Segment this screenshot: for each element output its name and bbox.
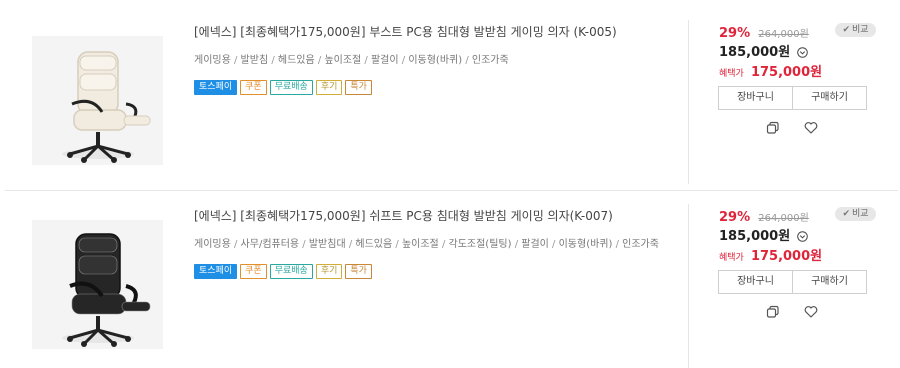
product-info: [에넥스] [최종혜택가175,000원] 부스트 PC용 침대형 발받침 게이… xyxy=(194,24,674,95)
benefit-label: 혜택가 xyxy=(719,69,744,79)
benefit-price: 175,000원 xyxy=(750,249,823,264)
action-buttons: 장바구니 구매하기 xyxy=(718,86,867,110)
benefit-price: 175,000원 xyxy=(750,65,823,80)
tag: 높이조절 xyxy=(324,55,362,66)
heart-icon[interactable] xyxy=(804,304,818,318)
check-icon: ✔ xyxy=(842,25,850,35)
discount-rate: 29% xyxy=(719,210,751,225)
action-buttons: 장바구니 구매하기 xyxy=(718,270,867,294)
product-image-black-gaming-chair[interactable] xyxy=(32,220,163,349)
copy-icon[interactable] xyxy=(766,120,780,134)
badge-coupon: 쿠폰 xyxy=(240,264,267,279)
row-divider xyxy=(5,190,898,191)
badge-tosspay: 토스페이 xyxy=(194,264,238,279)
tag: 인조가죽 xyxy=(622,239,659,250)
tag: 발받침대 xyxy=(308,239,346,250)
badge-group: 토스페이 쿠폰 무료배송 후기 특가 xyxy=(194,80,674,95)
tag: 팔걸이 xyxy=(521,239,549,250)
benefit-label: 혜택가 xyxy=(719,253,744,263)
utility-icons xyxy=(766,120,826,134)
badge-coupon: 쿠폰 xyxy=(240,80,267,95)
tag: 헤드있음 xyxy=(277,55,315,66)
check-icon: ✔ xyxy=(842,209,850,219)
tag: 각도조절(틸팅) xyxy=(448,239,512,250)
heart-icon[interactable] xyxy=(804,120,818,134)
copy-icon[interactable] xyxy=(766,304,780,318)
sale-price: 185,000원 xyxy=(719,45,791,60)
product-tags: 게이밍용 / 발받침 / 헤드있음 / 높이조절 / 팔걸이 / 이동형(바퀴)… xyxy=(194,55,509,66)
tag: 팔걸이 xyxy=(370,55,399,66)
compare-label: 비교 xyxy=(851,209,869,219)
chair-illustration xyxy=(62,51,151,163)
badge-review: 후기 xyxy=(315,264,343,279)
tag: 이동형(바퀴) xyxy=(408,55,463,66)
tag: 게이밍용 xyxy=(194,239,231,250)
original-price: 264,000원 xyxy=(758,213,809,224)
badge-tosspay: 토스페이 xyxy=(194,80,238,95)
badge-group: 토스페이 쿠폰 무료배송 후기 특가 xyxy=(194,264,674,279)
column-divider xyxy=(688,20,689,184)
sale-price: 185,000원 xyxy=(719,229,791,244)
tag: 이동형(바퀴) xyxy=(558,239,613,250)
product-item: [에넥스] [최종혜택가175,000원] 쉬프트 PC용 침대형 발받침 게이… xyxy=(0,198,900,368)
tag: 헤드있음 xyxy=(355,239,393,250)
badge-review: 후기 xyxy=(315,80,343,95)
price-detail-icon[interactable] xyxy=(797,227,809,246)
product-item: [에넥스] [최종혜택가175,000원] 부스트 PC용 침대형 발받침 게이… xyxy=(0,14,900,184)
tag: 게이밍용 xyxy=(194,55,231,66)
chair-illustration xyxy=(62,233,151,347)
product-info: [에넥스] [최종혜택가175,000원] 쉬프트 PC용 침대형 발받침 게이… xyxy=(194,208,674,279)
product-image-white-gaming-chair[interactable] xyxy=(32,36,163,165)
tag: 인조가죽 xyxy=(471,55,509,66)
buy-now-button[interactable]: 구매하기 xyxy=(792,87,866,109)
badge-free-shipping: 무료배송 xyxy=(269,264,313,279)
product-list: [에넥스] [최종혜택가175,000원] 부스트 PC용 침대형 발받침 게이… xyxy=(0,0,900,368)
compare-toggle[interactable]: ✔ 비교 xyxy=(835,207,876,221)
compare-toggle[interactable]: ✔ 비교 xyxy=(835,23,876,37)
price-detail-icon[interactable] xyxy=(797,43,809,62)
tag: 높이조절 xyxy=(401,239,439,250)
product-tags: 게이밍용 / 사무/컴퓨터용 / 발받침대 / 헤드있음 / 높이조절 / 각도… xyxy=(194,239,659,250)
discount-rate: 29% xyxy=(719,26,751,41)
utility-icons xyxy=(766,304,826,318)
badge-free-shipping: 무료배송 xyxy=(269,80,313,95)
product-title[interactable]: [에넥스] [최종혜택가175,000원] 쉬프트 PC용 침대형 발받침 게이… xyxy=(194,208,674,224)
add-to-cart-button[interactable]: 장바구니 xyxy=(719,87,792,109)
buy-now-button[interactable]: 구매하기 xyxy=(792,271,866,293)
column-divider xyxy=(688,204,689,368)
add-to-cart-button[interactable]: 장바구니 xyxy=(719,271,792,293)
badge-special-price: 특가 xyxy=(345,264,372,279)
compare-label: 비교 xyxy=(851,25,869,35)
badge-special-price: 특가 xyxy=(345,80,372,95)
product-title[interactable]: [에넥스] [최종혜택가175,000원] 부스트 PC용 침대형 발받침 게이… xyxy=(194,24,674,40)
tag: 사무/컴퓨터용 xyxy=(240,239,300,250)
tag: 발받침 xyxy=(240,55,269,66)
original-price: 264,000원 xyxy=(758,29,809,40)
